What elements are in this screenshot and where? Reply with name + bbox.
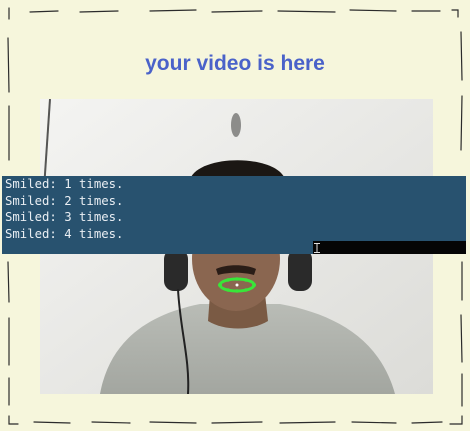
console-line: Smiled: 2 times. [5,193,124,208]
console-line: Smiled: 3 times. [5,210,124,224]
console-line: Smiled: 4 times. [5,226,124,241]
console-line: Smiled: 1 times. [5,177,124,191]
terminal-black-strip [313,241,466,254]
page-heading: your video is here [145,52,325,75]
text-cursor-icon [314,243,320,253]
